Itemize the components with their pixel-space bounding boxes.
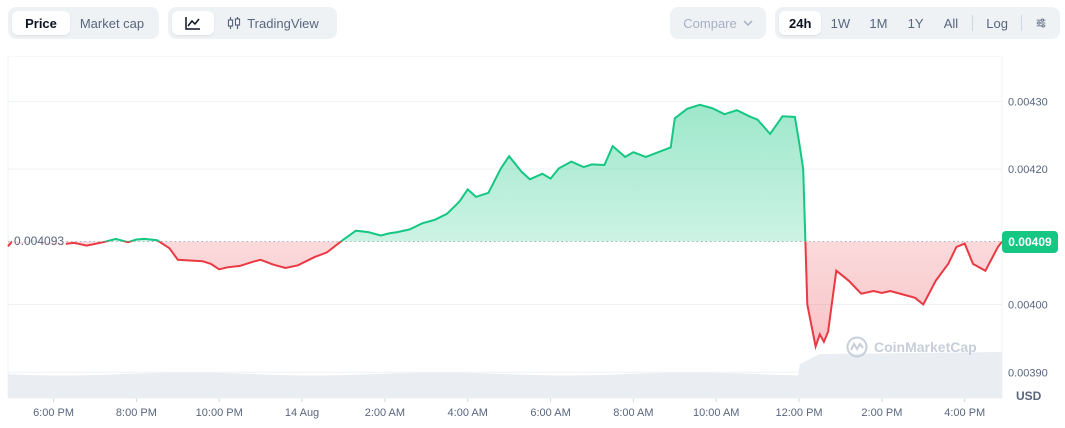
x-tick-label: 8:00 PM: [116, 407, 157, 419]
compare-label: Compare: [683, 15, 737, 31]
x-tick-label: 12:00 PM: [776, 407, 823, 419]
area-fill-above-baseline: [8, 104, 1002, 242]
y-tick-label: 0.00400: [1008, 300, 1048, 312]
view-toggle: Price Market cap: [8, 7, 159, 39]
x-tick-label: 4:00 AM: [448, 407, 488, 419]
tab-price[interactable]: Price: [12, 11, 70, 35]
line-chart-icon: [185, 17, 200, 30]
chevron-down-icon: [743, 20, 753, 26]
volume-bars: [8, 352, 1002, 398]
y-tick-label: 0.00390: [1008, 367, 1048, 379]
coinmarketcap-watermark: CoinMarketCap: [846, 336, 977, 358]
settings-separator: [1021, 15, 1022, 31]
range-separator: [972, 15, 974, 31]
tradingview-label: TradingView: [247, 15, 319, 31]
range-all[interactable]: All: [934, 11, 968, 35]
x-tick-label: 2:00 PM: [861, 407, 902, 419]
x-tick-label: 6:00 PM: [33, 407, 74, 419]
x-tick-label: 2:00 AM: [365, 407, 405, 419]
x-tick-label: 4:00 PM: [944, 407, 985, 419]
range-1m[interactable]: 1M: [859, 11, 897, 35]
x-tick-label: 6:00 AM: [530, 407, 570, 419]
y-tick-label: 0.00420: [1008, 164, 1048, 176]
range-1y[interactable]: 1Y: [897, 11, 933, 35]
log-toggle[interactable]: Log: [977, 11, 1017, 35]
current-price-tag: 0.00409: [1002, 230, 1058, 253]
x-tick-label: 10:00 PM: [196, 407, 243, 419]
x-tick-label: 8:00 AM: [613, 407, 653, 419]
tradingview-button[interactable]: TradingView: [214, 11, 332, 35]
currency-label: USD: [1016, 389, 1042, 403]
coinmarketcap-logo-icon: [846, 336, 868, 358]
price-chart[interactable]: 0.00430 0.00420 0.00400 0.00390 6:00 PM 8:00 …: [0, 56, 1065, 428]
watermark-text: CoinMarketCap: [874, 339, 977, 355]
chart-canvas: 0.00430 0.00420 0.00400 0.00390 6:00 PM 8:00 …: [7, 56, 1048, 419]
x-tick-label: 10:00 AM: [693, 407, 739, 419]
range-1w[interactable]: 1W: [821, 11, 859, 35]
candlestick-icon: [228, 17, 241, 29]
x-tick-label: 14 Aug: [285, 407, 319, 419]
settings-button[interactable]: [1026, 11, 1056, 35]
sliders-icon: [1036, 18, 1046, 28]
chart-toolbar: Price Market cap TradingView Compare 24h…: [0, 7, 1065, 41]
range-24h[interactable]: 24h: [779, 11, 822, 35]
reference-price-label: 0.004093: [12, 233, 67, 248]
chart-type-toggle: TradingView: [168, 7, 337, 39]
compare-dropdown[interactable]: Compare: [670, 7, 766, 39]
line-chart-button[interactable]: [172, 11, 214, 35]
y-tick-label: 0.00430: [1008, 96, 1048, 108]
tab-market-cap[interactable]: Market cap: [70, 11, 154, 35]
range-toggle: 24h 1W 1M 1Y All Log: [775, 7, 1060, 39]
